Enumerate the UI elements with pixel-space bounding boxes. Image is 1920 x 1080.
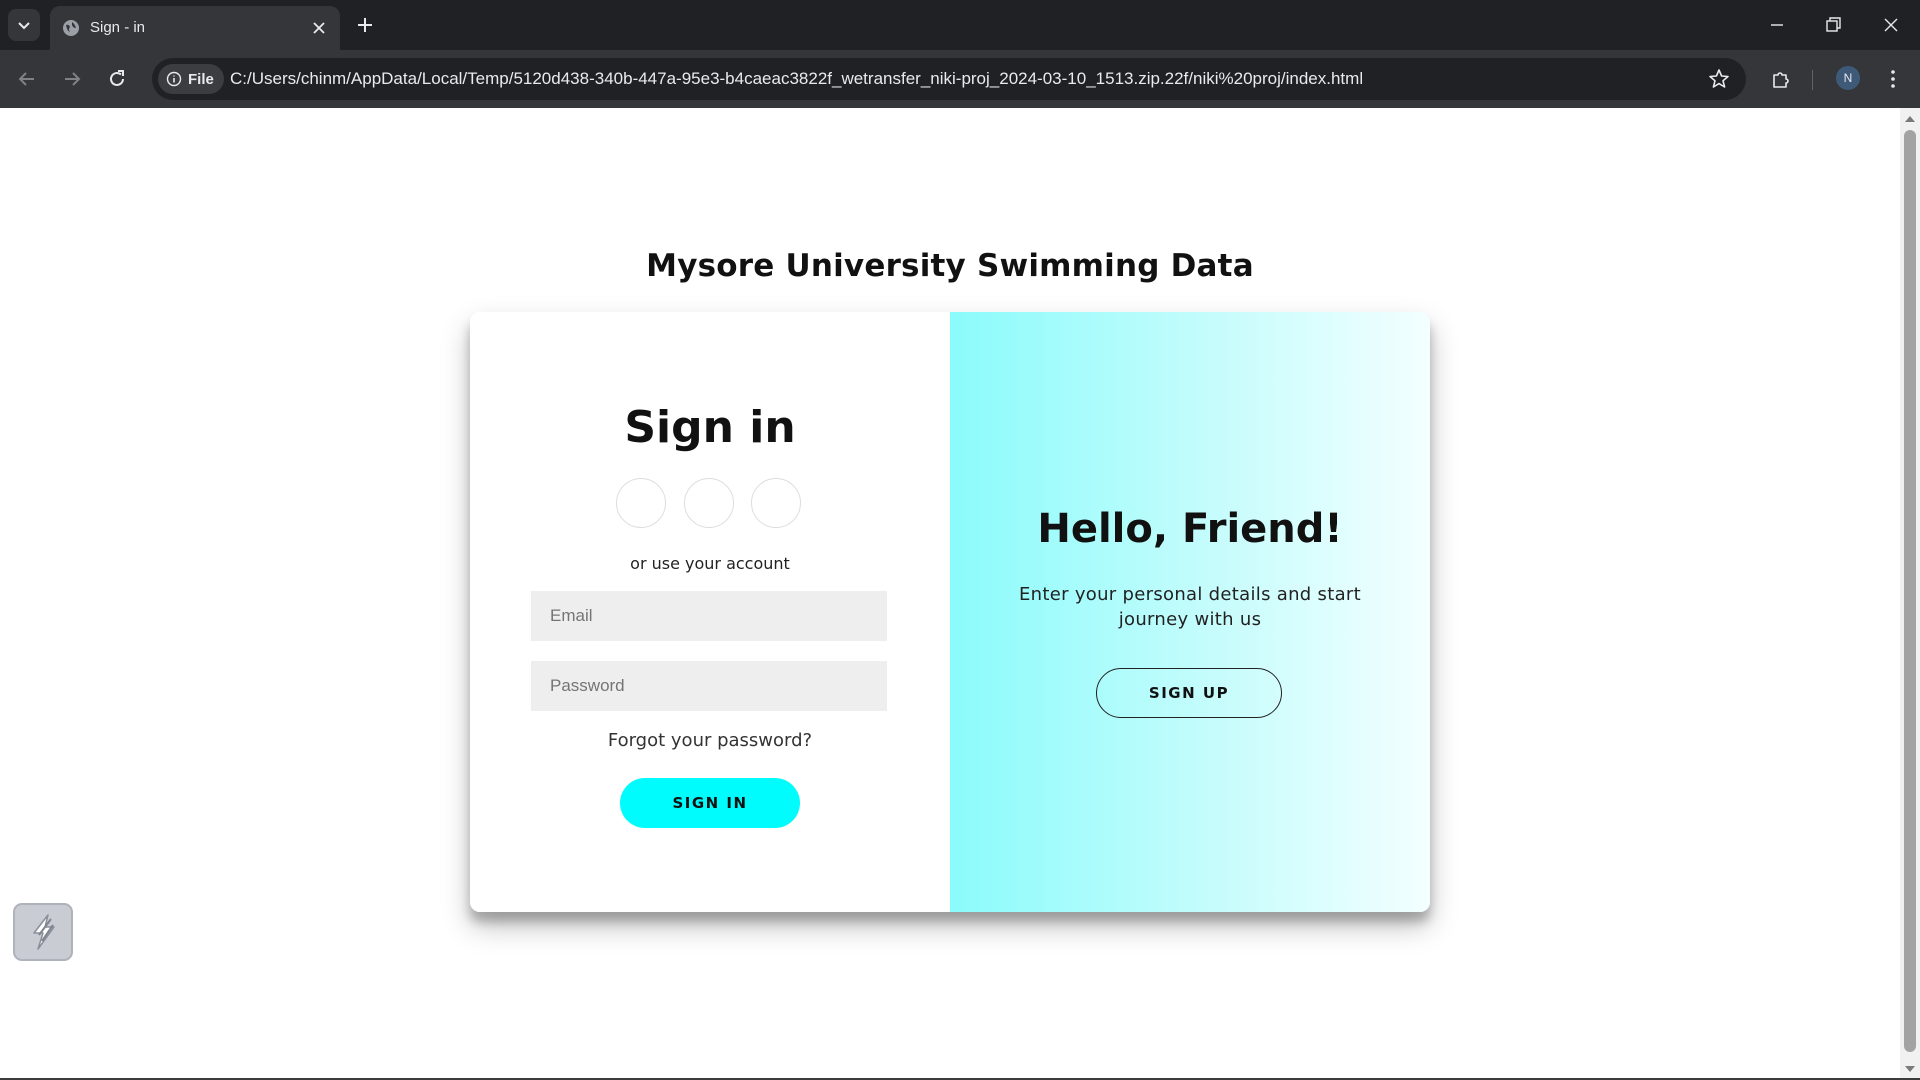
back-arrow-icon[interactable] xyxy=(15,67,39,91)
profile-avatar[interactable]: N xyxy=(1836,66,1860,90)
sign-in-panel: Sign in or use your account Forgot your … xyxy=(470,312,950,912)
scroll-down-arrow-icon[interactable] xyxy=(1905,1066,1915,1072)
scroll-up-arrow-icon[interactable] xyxy=(1905,116,1915,122)
page-title: Mysore University Swimming Data xyxy=(646,248,1254,284)
restore-icon[interactable] xyxy=(1820,12,1846,38)
kebab-menu-icon[interactable] xyxy=(1881,67,1905,91)
welcome-text: Enter your personal details and start jo… xyxy=(1019,584,1361,630)
close-window-icon[interactable] xyxy=(1878,12,1904,38)
forward-arrow-icon[interactable] xyxy=(60,67,84,91)
page-viewport: Mysore University Swimming Data Sign in … xyxy=(0,108,1900,1078)
browser-toolbar: File C:/Users/chinm/AppData/Local/Temp/5… xyxy=(0,50,1920,108)
extensions-puzzle-icon[interactable] xyxy=(1769,67,1793,91)
auth-card: Sign in or use your account Forgot your … xyxy=(470,312,1430,912)
welcome-heading: Hello, Friend! xyxy=(1037,506,1343,552)
browser-tab-active[interactable]: Sign - in xyxy=(50,6,340,50)
social-login-button-3[interactable] xyxy=(751,478,801,528)
email-field[interactable] xyxy=(531,591,887,641)
browser-tab-bar: Sign - in xyxy=(0,0,1920,50)
tab-title: Sign - in xyxy=(90,19,146,36)
address-bar[interactable]: File C:/Users/chinm/AppData/Local/Temp/5… xyxy=(152,58,1746,100)
welcome-overlay-panel: Hello, Friend! Enter your personal detai… xyxy=(950,312,1430,912)
sign-in-heading: Sign in xyxy=(624,402,796,453)
url-text[interactable]: C:/Users/chinm/AppData/Local/Temp/5120d4… xyxy=(230,69,1363,89)
alternate-login-text: or use your account xyxy=(630,554,790,573)
minimize-icon[interactable] xyxy=(1764,12,1790,38)
password-field[interactable] xyxy=(531,661,887,711)
tab-search-button[interactable] xyxy=(8,9,40,41)
reload-icon[interactable] xyxy=(105,67,129,91)
site-info-chip[interactable]: File xyxy=(158,64,224,94)
social-login-button-1[interactable] xyxy=(616,478,666,528)
globe-icon xyxy=(63,20,79,36)
sign-in-button[interactable]: SIGN IN xyxy=(620,778,800,828)
close-tab-icon[interactable] xyxy=(310,19,328,37)
bolt-logo-icon xyxy=(33,914,55,950)
chevron-down-icon xyxy=(18,22,30,30)
bookmark-star-icon[interactable] xyxy=(1707,67,1731,91)
info-icon xyxy=(166,71,182,87)
toolbar-divider xyxy=(1812,70,1813,90)
site-info-label: File xyxy=(188,70,214,88)
scrollbar-thumb[interactable] xyxy=(1904,130,1916,1052)
floating-extension-widget[interactable] xyxy=(13,903,73,961)
page-scrollbar[interactable] xyxy=(1900,108,1920,1080)
forgot-password-link[interactable]: Forgot your password? xyxy=(470,730,950,751)
sign-up-button[interactable]: SIGN UP xyxy=(1096,668,1282,718)
new-tab-icon[interactable] xyxy=(354,14,376,36)
social-login-button-2[interactable] xyxy=(684,478,734,528)
